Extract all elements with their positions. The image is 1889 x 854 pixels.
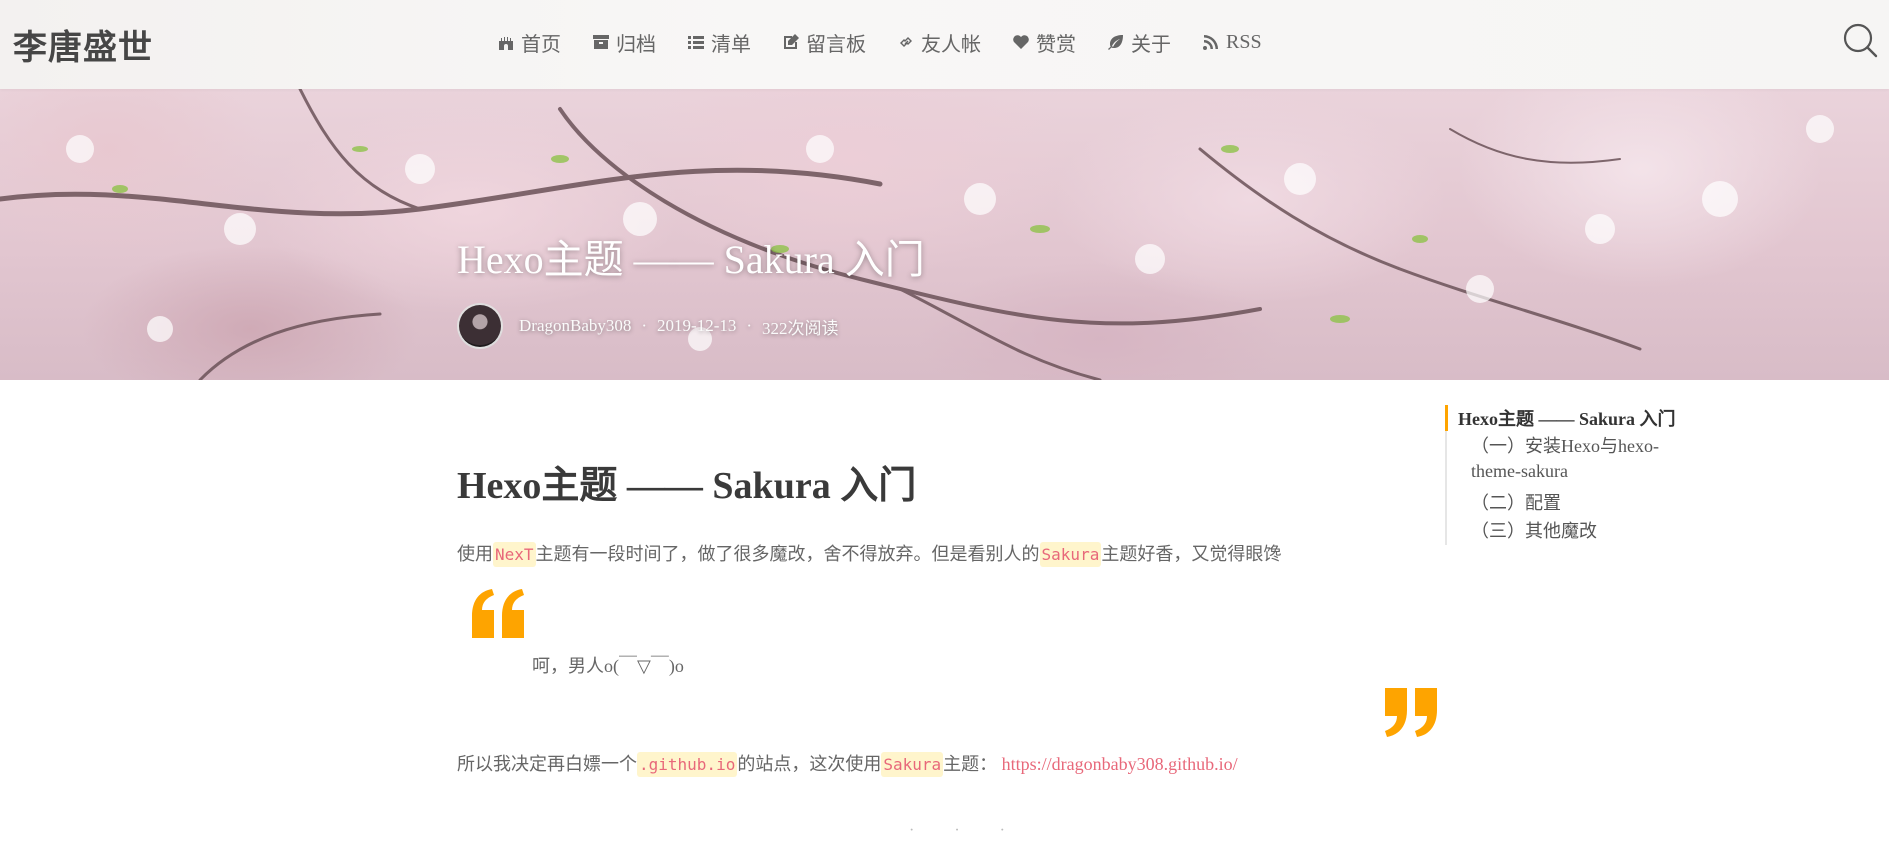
inline-code: .github.io	[637, 752, 738, 777]
link-icon	[897, 33, 915, 51]
inline-code: Sakura	[881, 752, 944, 777]
nav-item-about[interactable]: 关于	[1107, 28, 1171, 57]
list-icon	[687, 33, 705, 51]
article-paragraph: 所以我决定再白嫖一个 .github.io 的站点，这次使用 Sakura 主题： ht…	[457, 750, 1238, 777]
nav-item-friends[interactable]: 友人帐	[897, 28, 981, 57]
nav-item-archive[interactable]: 归档	[592, 28, 656, 57]
nav-label: 留言板	[806, 33, 866, 56]
toc-item-install-cont[interactable]: theme-sakura	[1471, 461, 1568, 482]
nav-item-rss[interactable]: RSS	[1202, 31, 1262, 54]
table-of-contents: Hexo主题 —— Sakura 入门 （一）安装Hexo与hexo- them…	[1445, 405, 1697, 545]
post-date: 2019-12-13	[657, 316, 737, 335]
search-icon[interactable]	[1842, 22, 1878, 58]
blockquote-text: 呵，男人o(￣▽￣)o	[532, 656, 684, 676]
toc-item-install[interactable]: （一）安装Hexo与hexo-	[1471, 432, 1659, 458]
avatar[interactable]	[457, 303, 503, 349]
paragraph-text: 使用	[457, 544, 493, 564]
quote-close-icon	[1381, 686, 1439, 738]
paragraph-text: 主题好香，又觉得眼馋	[1101, 544, 1282, 564]
cherry-blossom-image	[0, 89, 1834, 380]
archive-icon	[592, 33, 610, 51]
toc-item-config[interactable]: （二）配置	[1471, 489, 1561, 515]
nav-label: RSS	[1226, 30, 1262, 53]
article-title: Hexo主题 —— Sakura 入门	[457, 465, 917, 507]
inline-code: Sakura	[1039, 542, 1102, 567]
meta-separator: ·	[641, 316, 648, 335]
toc-item-other[interactable]: （三）其他魔改	[1471, 517, 1597, 543]
rss-icon	[1202, 33, 1220, 51]
nav-label: 关于	[1131, 33, 1171, 56]
fort-icon	[497, 33, 515, 51]
paragraph-text: 主题：	[943, 754, 998, 774]
section-divider: · · ·	[909, 822, 1023, 839]
site-title[interactable]: 李唐盛世	[13, 20, 153, 69]
nav-item-guestbook[interactable]: 留言板	[782, 28, 866, 57]
nav-label: 归档	[616, 33, 656, 56]
site-link[interactable]: https://dragonbaby308.github.io/	[1002, 754, 1238, 774]
main-nav: 首页 归档 清单 留言板 友人帐 赞赏 关于 RSS	[497, 24, 1293, 60]
paragraph-text: 主题有一段时间了，做了很多魔改，舍不得放弃。但是看别人的	[535, 544, 1040, 564]
edit-icon	[782, 33, 800, 51]
toc-item-main[interactable]: Hexo主题 —— Sakura 入门	[1458, 405, 1676, 431]
post-author[interactable]: DragonBaby308	[519, 316, 631, 336]
toc-active-indicator	[1445, 405, 1448, 431]
meta-separator: ·	[746, 316, 753, 335]
post-read-count: 322次阅读	[762, 318, 839, 338]
nav-label: 友人帐	[921, 33, 981, 56]
nav-label: 首页	[521, 33, 561, 56]
inline-code: NexT	[493, 542, 536, 567]
quote-open-icon	[470, 588, 528, 640]
post-meta: DragonBaby308 · 2019-12-13 · 322次阅读	[457, 303, 839, 349]
nav-item-donate[interactable]: 赞赏	[1012, 28, 1076, 57]
paragraph-text: 所以我决定再白嫖一个	[457, 754, 637, 774]
hero-post-title: Hexo主题 —— Sakura 入门	[457, 237, 925, 282]
nav-item-home[interactable]: 首页	[497, 28, 561, 57]
leaf-icon	[1107, 33, 1125, 51]
nav-label: 赞赏	[1036, 33, 1076, 56]
article-paragraph: 使用 NexT 主题有一段时间了，做了很多魔改，舍不得放弃。但是看别人的 Sakura…	[457, 540, 1282, 567]
site-header: 李唐盛世 首页 归档 清单 留言板 友人帐 赞赏 关于 RSS	[0, 0, 1889, 89]
nav-item-list[interactable]: 清单	[687, 28, 751, 57]
nav-label: 清单	[711, 33, 751, 56]
hero-banner: Hexo主题 —— Sakura 入门 DragonBaby308 · 2019…	[0, 89, 1889, 380]
heart-icon	[1012, 33, 1030, 51]
paragraph-text: 的站点，这次使用	[737, 754, 882, 774]
